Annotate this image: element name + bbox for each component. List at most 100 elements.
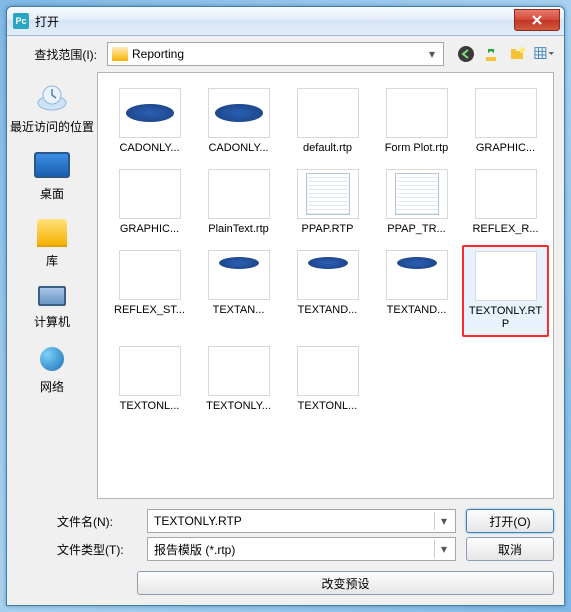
file-label: PPAP.RTP (302, 223, 354, 236)
file-item[interactable]: TEXTAND... (284, 245, 371, 337)
sidebar-item-library[interactable]: 库 (34, 216, 70, 269)
window-title: 打开 (35, 13, 514, 30)
file-label: TEXTONLY.RTP (469, 305, 543, 331)
dialog-body: 查找范围(I): Reporting ▾ (7, 36, 564, 605)
file-thumbnail (208, 346, 270, 396)
close-icon (531, 14, 543, 26)
folder-select[interactable]: Reporting ▾ (107, 42, 444, 66)
file-item[interactable]: TEXTAN... (195, 245, 282, 337)
app-icon: Pc (13, 13, 29, 29)
newfolder-button[interactable] (508, 44, 528, 64)
filetype-label: 文件类型(T): (57, 541, 137, 558)
file-item[interactable]: CADONLY... (195, 83, 282, 160)
file-item[interactable]: PPAP.RTP (284, 164, 371, 241)
file-item[interactable]: TEXTAND... (373, 245, 460, 337)
newfolder-icon (509, 45, 527, 63)
sidebar-item-recent[interactable]: 最近访问的位置 (10, 82, 94, 135)
folder-name: Reporting (132, 47, 184, 61)
file-item[interactable]: REFLEX_R... (462, 164, 549, 241)
file-item[interactable]: TEXTONLY... (195, 341, 282, 418)
file-item[interactable]: TEXTONL... (284, 341, 371, 418)
sidebar-item-computer[interactable]: 计算机 (34, 283, 70, 330)
library-icon (34, 216, 70, 248)
file-thumbnail (475, 251, 537, 301)
file-item[interactable]: TEXTONL... (106, 341, 193, 418)
file-item[interactable]: TEXTONLY.RTP (462, 245, 549, 337)
lookin-label: 查找范围(I): (17, 46, 101, 63)
file-item[interactable]: PlainText.rtp (195, 164, 282, 241)
file-thumbnail (475, 169, 537, 219)
close-button[interactable] (514, 9, 560, 31)
open-button[interactable]: 打开(O) (466, 509, 554, 533)
open-button-label: 打开(O) (489, 513, 530, 530)
file-label: TEXTAND... (298, 304, 358, 317)
sidebar-item-label: 桌面 (40, 185, 64, 202)
filename-row: 文件名(N): TEXTONLY.RTP ▾ 打开(O) (17, 509, 554, 533)
views-button[interactable] (534, 44, 554, 64)
chevron-down-icon: ▾ (423, 45, 441, 63)
file-item[interactable]: Form Plot.rtp (373, 83, 460, 160)
file-label: CADONLY... (119, 142, 179, 155)
file-grid: CADONLY... CADONLY... default.rtp Form Plot… (106, 83, 549, 418)
file-thumbnail (386, 88, 448, 138)
file-label: GRAPHIC... (120, 223, 179, 236)
file-label: TEXTAND... (387, 304, 447, 317)
file-thumbnail (119, 88, 181, 138)
file-label: GRAPHIC... (476, 142, 535, 155)
file-thumbnail (386, 169, 448, 219)
file-label: TEXTAN... (213, 304, 265, 317)
sidebar-item-label: 网络 (40, 378, 64, 395)
file-thumbnail (208, 88, 270, 138)
chevron-down-icon: ▾ (434, 540, 453, 558)
sidebar-item-desktop[interactable]: 桌面 (34, 149, 70, 202)
file-item[interactable]: CADONLY... (106, 83, 193, 160)
open-dialog: Pc 打开 查找范围(I): Reporting ▾ (6, 6, 565, 606)
file-label: TEXTONL... (298, 400, 358, 413)
file-label: TEXTONLY... (206, 400, 271, 413)
file-thumbnail (119, 169, 181, 219)
lookin-row: 查找范围(I): Reporting ▾ (7, 36, 564, 72)
filename-value: TEXTONLY.RTP (154, 514, 242, 528)
file-item[interactable]: PPAP_TR... (373, 164, 460, 241)
file-item[interactable]: GRAPHIC... (462, 83, 549, 160)
places-sidebar: 最近访问的位置 桌面 库 计算机 网络 (7, 72, 97, 499)
file-item[interactable]: default.rtp (284, 83, 371, 160)
file-item[interactable]: REFLEX_ST... (106, 245, 193, 337)
file-thumbnail (119, 250, 181, 300)
cancel-button-label: 取消 (498, 541, 522, 558)
footer: 文件名(N): TEXTONLY.RTP ▾ 打开(O) 文件类型(T): 报告… (7, 499, 564, 605)
file-item[interactable]: GRAPHIC... (106, 164, 193, 241)
back-button[interactable] (456, 44, 476, 64)
file-label: Form Plot.rtp (385, 142, 449, 155)
file-label: default.rtp (303, 142, 352, 155)
file-thumbnail (475, 88, 537, 138)
recent-icon (34, 82, 70, 114)
filename-input[interactable]: TEXTONLY.RTP ▾ (147, 509, 456, 533)
filename-label: 文件名(N): (57, 513, 137, 530)
file-label: REFLEX_ST... (114, 304, 185, 317)
sidebar-item-label: 最近访问的位置 (10, 118, 94, 135)
file-label: TEXTONL... (120, 400, 180, 413)
titlebar: Pc 打开 (7, 7, 564, 36)
network-icon (37, 344, 67, 374)
change-preview-label: 改变预设 (321, 575, 369, 592)
filetype-select[interactable]: 报告模版 (*.rtp) ▾ (147, 537, 456, 561)
file-thumbnail (297, 88, 359, 138)
file-thumbnail (297, 346, 359, 396)
file-list-pane[interactable]: CADONLY... CADONLY... default.rtp Form Plot… (97, 72, 554, 499)
up-button[interactable] (482, 44, 502, 64)
views-icon (534, 45, 554, 63)
computer-icon (37, 283, 67, 309)
file-label: PPAP_TR... (387, 223, 445, 236)
main-row: 最近访问的位置 桌面 库 计算机 网络 (7, 72, 564, 499)
desktop-icon (34, 149, 70, 181)
folder-icon (112, 47, 128, 61)
change-preview-button[interactable]: 改变预设 (137, 571, 554, 595)
sidebar-item-label: 计算机 (34, 313, 70, 330)
sidebar-item-label: 库 (46, 252, 58, 269)
file-label: PlainText.rtp (208, 223, 269, 236)
sidebar-item-network[interactable]: 网络 (37, 344, 67, 395)
filetype-value: 报告模版 (*.rtp) (154, 541, 235, 558)
cancel-button[interactable]: 取消 (466, 537, 554, 561)
nav-icons (456, 44, 554, 64)
